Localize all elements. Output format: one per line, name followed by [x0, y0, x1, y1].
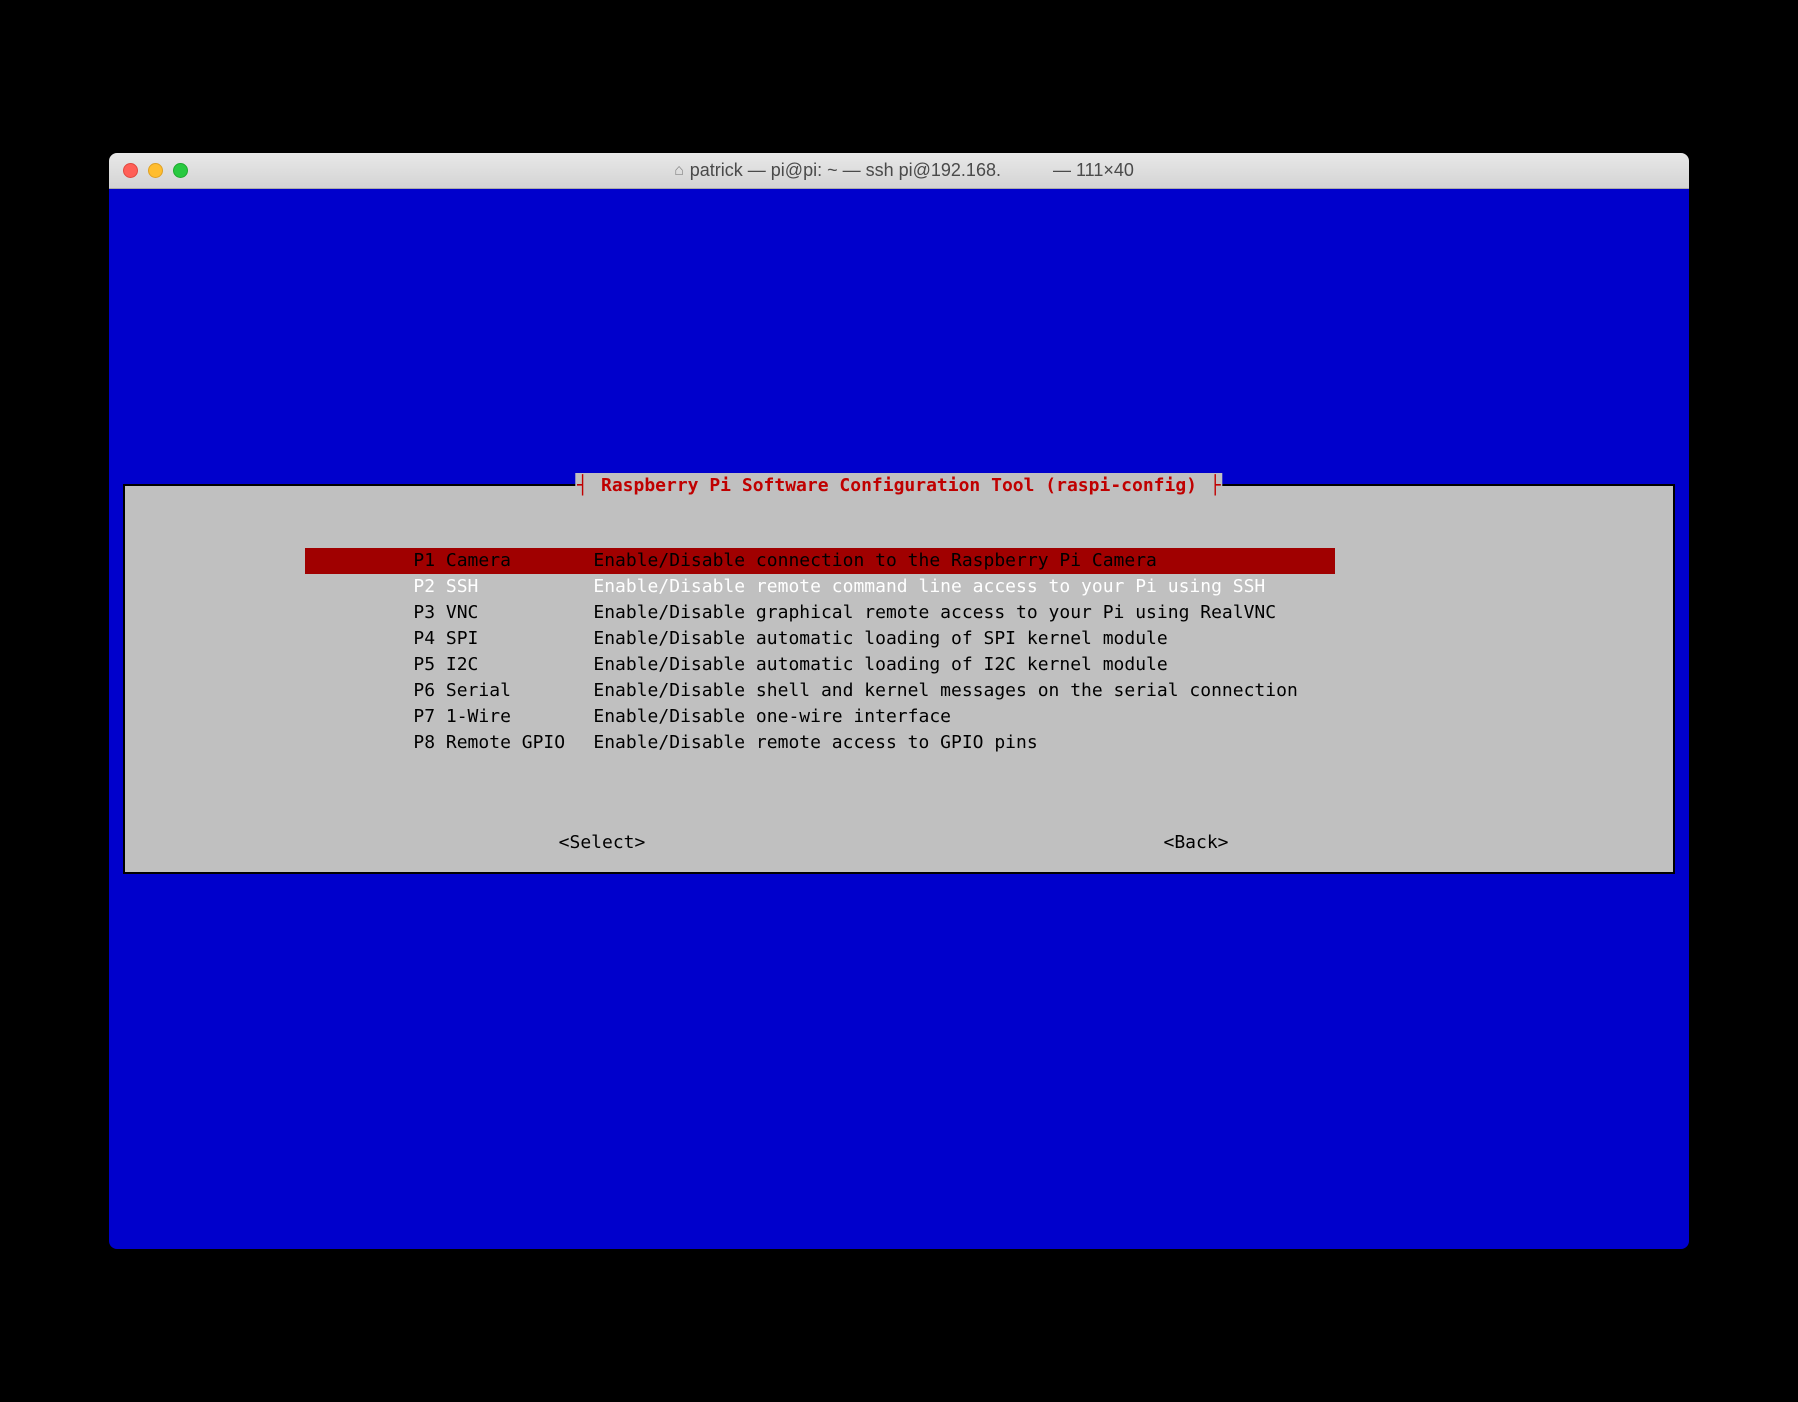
maximize-icon[interactable]: [173, 163, 188, 178]
window-titlebar: ⌂ patrick — pi@pi: ~ — ssh pi@192.168. —…: [109, 153, 1689, 189]
menu-item-desc: Enable/Disable remote command line acces…: [593, 574, 1265, 600]
minimize-icon[interactable]: [148, 163, 163, 178]
menu-item-label: P5 I2C: [413, 652, 593, 678]
dialog-title: Raspberry Pi Software Configuration Tool…: [575, 473, 1222, 499]
traffic-lights: [123, 163, 188, 178]
dialog-buttons: <Select> <Back>: [125, 830, 1673, 856]
terminal-content[interactable]: Raspberry Pi Software Configuration Tool…: [109, 189, 1689, 1249]
menu-item-desc: Enable/Disable automatic loading of I2C …: [593, 652, 1167, 678]
terminal-window: ⌂ patrick — pi@pi: ~ — ssh pi@192.168. —…: [109, 153, 1689, 1249]
menu-item-desc: Enable/Disable graphical remote access t…: [593, 600, 1276, 626]
raspi-config-dialog: Raspberry Pi Software Configuration Tool…: [123, 484, 1675, 874]
menu-item-camera[interactable]: P1 CameraEnable/Disable connection to th…: [125, 522, 1673, 548]
menu-list: P1 CameraEnable/Disable connection to th…: [125, 486, 1673, 730]
menu-item-label: P1 Camera: [413, 548, 593, 574]
menu-item-desc: Enable/Disable connection to the Raspber…: [593, 548, 1157, 574]
menu-item-label: P7 1-Wire: [413, 704, 593, 730]
menu-item-label: P4 SPI: [413, 626, 593, 652]
menu-item-label: P8 Remote GPIO: [413, 730, 593, 756]
menu-item-label: P2 SSH: [413, 574, 593, 600]
close-icon[interactable]: [123, 163, 138, 178]
window-title: ⌂ patrick — pi@pi: ~ — ssh pi@192.168. —…: [188, 160, 1620, 181]
menu-item-desc: Enable/Disable one-wire interface: [593, 704, 951, 730]
window-title-text-right: — 111×40: [1053, 160, 1134, 181]
window-title-text-left: patrick — pi@pi: ~ — ssh pi@192.168.: [690, 160, 1001, 181]
back-button[interactable]: <Back>: [899, 830, 1493, 856]
menu-item-desc: Enable/Disable automatic loading of SPI …: [593, 626, 1167, 652]
home-icon: ⌂: [674, 162, 684, 180]
menu-item-desc: Enable/Disable shell and kernel messages…: [593, 678, 1297, 704]
menu-item-desc: Enable/Disable remote access to GPIO pin…: [593, 730, 1037, 756]
menu-item-label: P6 Serial: [413, 678, 593, 704]
menu-item-label: P3 VNC: [413, 600, 593, 626]
select-button[interactable]: <Select>: [305, 830, 899, 856]
